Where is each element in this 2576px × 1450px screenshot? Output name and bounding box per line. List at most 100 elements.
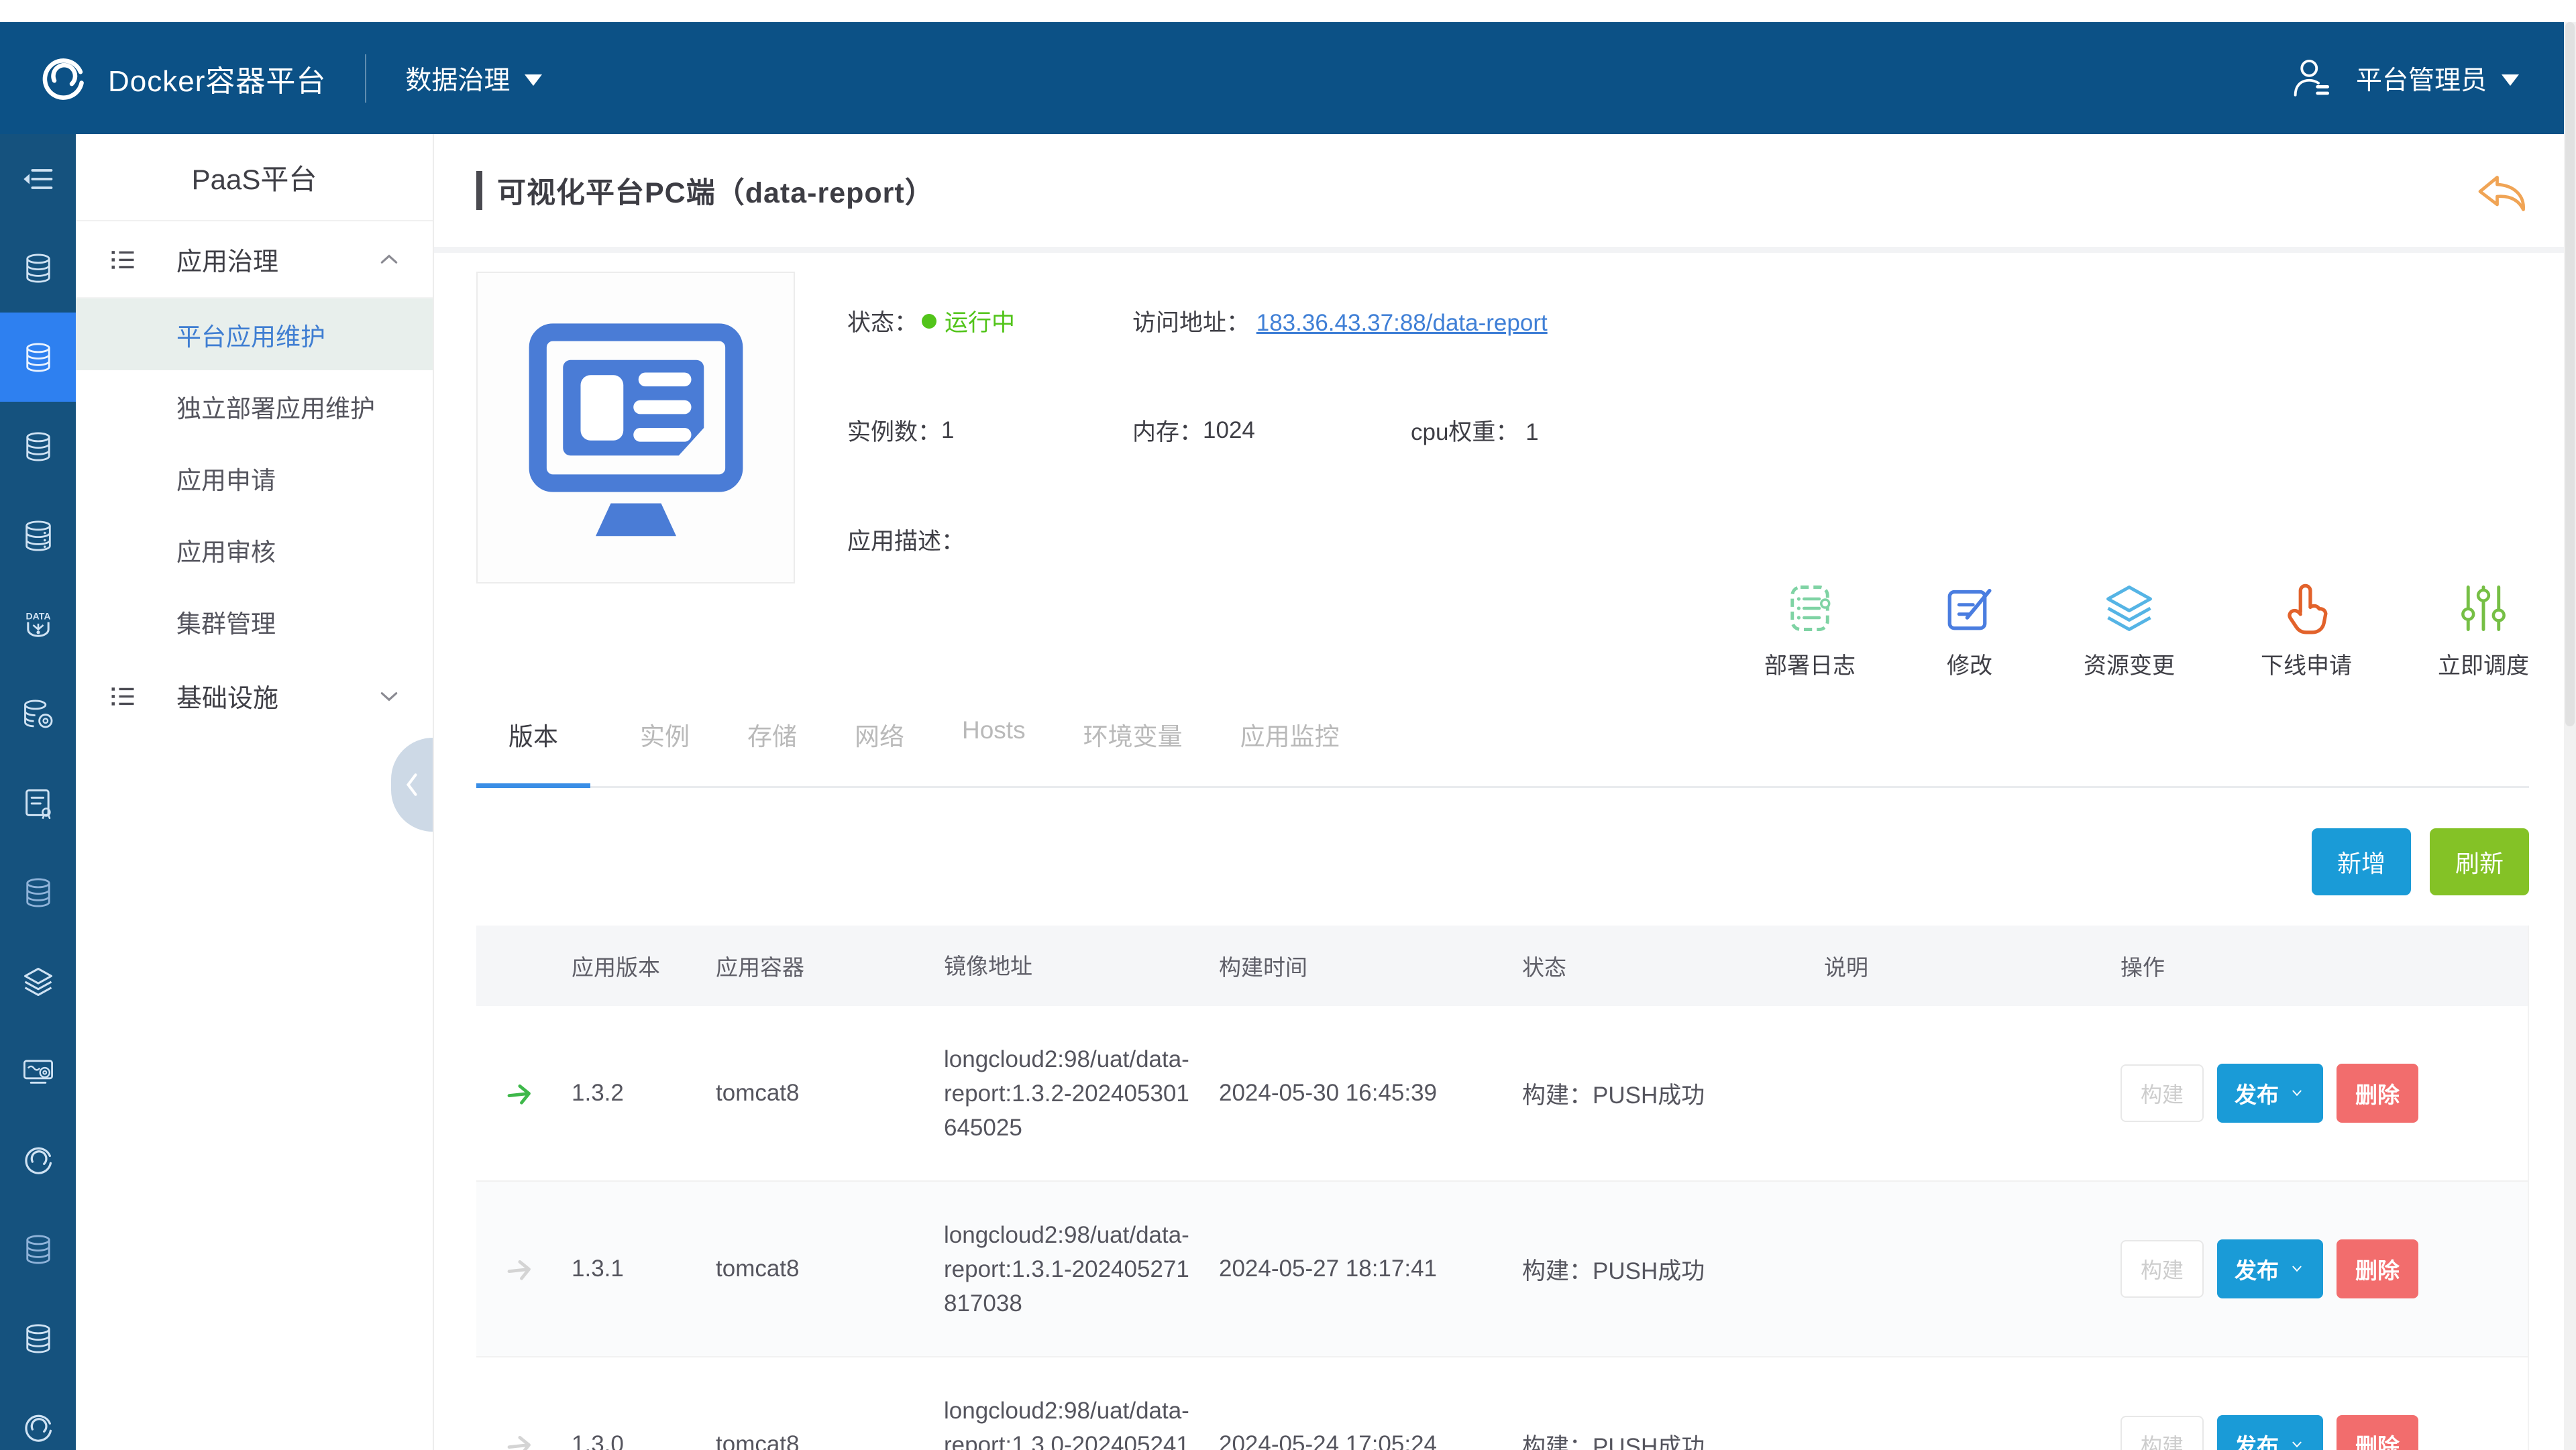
sidebar-item-standalone-app-maintenance[interactable]: 独立部署应用维护 xyxy=(76,370,433,442)
publish-button[interactable]: 发布 xyxy=(2217,1239,2323,1298)
tab-hosts[interactable]: Hosts xyxy=(954,698,1034,786)
navbar-divider xyxy=(365,54,366,103)
rail-item-database-1[interactable] xyxy=(0,223,76,313)
page-title: 可视化平台PC端（data-report） xyxy=(497,170,934,211)
log-icon xyxy=(1782,580,1838,636)
rail-item-swirl-2[interactable] xyxy=(0,1383,76,1450)
tab-instance[interactable]: 实例 xyxy=(632,698,698,786)
rail-item-database-server[interactable] xyxy=(0,491,76,580)
action-offline-request[interactable]: 下线申请 xyxy=(2261,575,2352,680)
rail-item-database-4[interactable] xyxy=(0,1205,76,1294)
rail-item-document-seal[interactable] xyxy=(0,759,76,848)
rail-item-monitor-gear[interactable] xyxy=(0,1026,76,1115)
memory-label: 内存： xyxy=(1132,413,1203,447)
rail-item-database-2[interactable] xyxy=(0,402,76,491)
build-button: 构建 xyxy=(2121,1064,2204,1122)
action-modify[interactable]: 修改 xyxy=(1941,575,1998,680)
back-icon[interactable] xyxy=(2471,166,2529,215)
tab-env-vars[interactable]: 环境变量 xyxy=(1075,698,1191,786)
table-row: 1.3.2 tomcat8 longcloud2:98/uat/data-rep… xyxy=(476,1006,2528,1182)
nav-menu-data-governance[interactable]: 数据治理 xyxy=(405,60,542,97)
cell-status: 构建：PUSH成功 xyxy=(1514,1076,1816,1111)
rail-item-layers[interactable] xyxy=(0,937,76,1026)
info-row-1: 状态： 运行中 访问地址： 183.36.43.37:88/data-repor… xyxy=(847,304,1548,338)
title-accent-bar xyxy=(476,171,482,210)
info-row-3: 应用描述： xyxy=(847,522,1548,557)
page-header: 可视化平台PC端（data-report） xyxy=(476,134,2529,247)
rail-item-swirl-1[interactable] xyxy=(0,1115,76,1205)
docker-platform-app: Docker容器平台 数据治理 平台管理员 PaaS平台 xyxy=(0,0,2576,1450)
rail-item-database-3[interactable] xyxy=(0,848,76,937)
sidebar-item-app-review[interactable]: 应用审核 xyxy=(76,514,433,585)
address-label: 访问地址： xyxy=(1132,310,1250,336)
add-button[interactable]: 新增 xyxy=(2312,828,2411,895)
sidebar-group-label: 应用治理 xyxy=(176,241,278,278)
version-arrow-icon xyxy=(503,1428,537,1450)
sidebar-item-platform-app-maintenance[interactable]: 平台应用维护 xyxy=(76,298,433,370)
cell-operations: 构建 发布 删除 xyxy=(2112,1415,2528,1450)
action-deploy-log[interactable]: 部署日志 xyxy=(1764,575,1856,680)
main-content: 可视化平台PC端（data-report） 状态： xyxy=(434,134,2564,1450)
publish-button[interactable]: 发布 xyxy=(2217,1415,2323,1450)
header-build-time: 构建时间 xyxy=(1211,950,1514,982)
address-link[interactable]: 183.36.43.37:88/data-report xyxy=(1256,310,1548,336)
cell-container: tomcat8 xyxy=(708,1431,936,1450)
header-app-container: 应用容器 xyxy=(708,950,936,982)
sidebar-group-infrastructure[interactable]: 基础设施 xyxy=(76,657,433,734)
action-schedule-now[interactable]: 立即调度 xyxy=(2438,575,2529,680)
paas-sidebar: PaaS平台 应用治理 平台应用维护 独立部署应用维护 应用申请 应用审核 集群… xyxy=(76,134,434,1450)
action-resource-change[interactable]: 资源变更 xyxy=(2084,575,2175,680)
list-icon xyxy=(108,245,138,274)
chevron-down-icon xyxy=(2288,1087,2306,1099)
sidebar-item-cluster-management[interactable]: 集群管理 xyxy=(76,585,433,657)
build-button: 构建 xyxy=(2121,1240,2204,1298)
header-app-version: 应用版本 xyxy=(564,950,708,982)
rail-item-data-flow[interactable] xyxy=(0,580,76,669)
rail-item-database-selected[interactable] xyxy=(0,313,76,402)
tab-version[interactable]: 版本 xyxy=(476,698,590,788)
user-icon xyxy=(2289,56,2333,101)
rail-menu-toggle[interactable] xyxy=(0,134,76,223)
cell-version: 1.3.2 xyxy=(564,1080,708,1107)
cell-status: 构建：PUSH成功 xyxy=(1514,1428,1816,1450)
tab-network[interactable]: 网络 xyxy=(847,698,912,786)
page-scrollbar[interactable] xyxy=(2564,22,2576,1450)
app-info-fields: 状态： 运行中 访问地址： 183.36.43.37:88/data-repor… xyxy=(847,272,1548,632)
running-dot-icon xyxy=(922,314,936,329)
cpu-field: cpu权重： 1 xyxy=(1411,413,1539,447)
sidebar-group-app-governance[interactable]: 应用治理 xyxy=(76,221,433,298)
header-note: 说明 xyxy=(1816,950,2112,982)
header-divider xyxy=(434,247,2564,253)
version-table: 应用版本 应用容器 镜像地址 构建时间 状态 说明 操作 1.3.2 tomca… xyxy=(476,926,2529,1450)
refresh-button[interactable]: 刷新 xyxy=(2430,828,2529,895)
header-operations: 操作 xyxy=(2112,950,2165,982)
status-value: 运行中 xyxy=(945,304,1015,338)
publish-button[interactable]: 发布 xyxy=(2217,1064,2323,1123)
rail-item-database-gear[interactable] xyxy=(0,669,76,759)
app-info-section: 状态： 运行中 访问地址： 183.36.43.37:88/data-repor… xyxy=(476,253,2529,632)
version-arrow-icon xyxy=(503,1252,537,1286)
build-button: 构建 xyxy=(2121,1416,2204,1450)
app-title: Docker容器平台 xyxy=(108,57,326,100)
cell-build-time: 2024-05-24 17:05:24 xyxy=(1211,1431,1514,1450)
action-label: 下线申请 xyxy=(2261,647,2352,680)
cell-build-time: 2024-05-30 16:45:39 xyxy=(1211,1080,1514,1107)
brand-logo-icon xyxy=(37,52,89,105)
table-row: 1.3.1 tomcat8 longcloud2:98/uat/data-rep… xyxy=(476,1182,2528,1357)
sidebar-collapse-handle[interactable] xyxy=(391,738,433,832)
rail-item-database-5[interactable] xyxy=(0,1294,76,1383)
top-navbar: Docker容器平台 数据治理 平台管理员 xyxy=(0,22,2576,134)
user-menu[interactable]: 平台管理员 xyxy=(2289,56,2519,101)
action-label: 修改 xyxy=(1941,647,1998,680)
cell-version: 1.3.1 xyxy=(564,1256,708,1282)
cpu-value: 1 xyxy=(1525,419,1538,445)
tab-app-monitoring[interactable]: 应用监控 xyxy=(1232,698,1348,786)
scrollbar-thumb[interactable] xyxy=(2565,22,2575,726)
caret-down-icon xyxy=(2502,74,2519,86)
delete-button[interactable]: 删除 xyxy=(2337,1239,2418,1298)
sidebar-item-app-apply[interactable]: 应用申请 xyxy=(76,442,433,514)
delete-button[interactable]: 删除 xyxy=(2337,1415,2418,1450)
delete-button[interactable]: 删除 xyxy=(2337,1064,2418,1123)
cell-build-time: 2024-05-27 18:17:41 xyxy=(1211,1256,1514,1282)
tab-storage[interactable]: 存储 xyxy=(739,698,805,786)
